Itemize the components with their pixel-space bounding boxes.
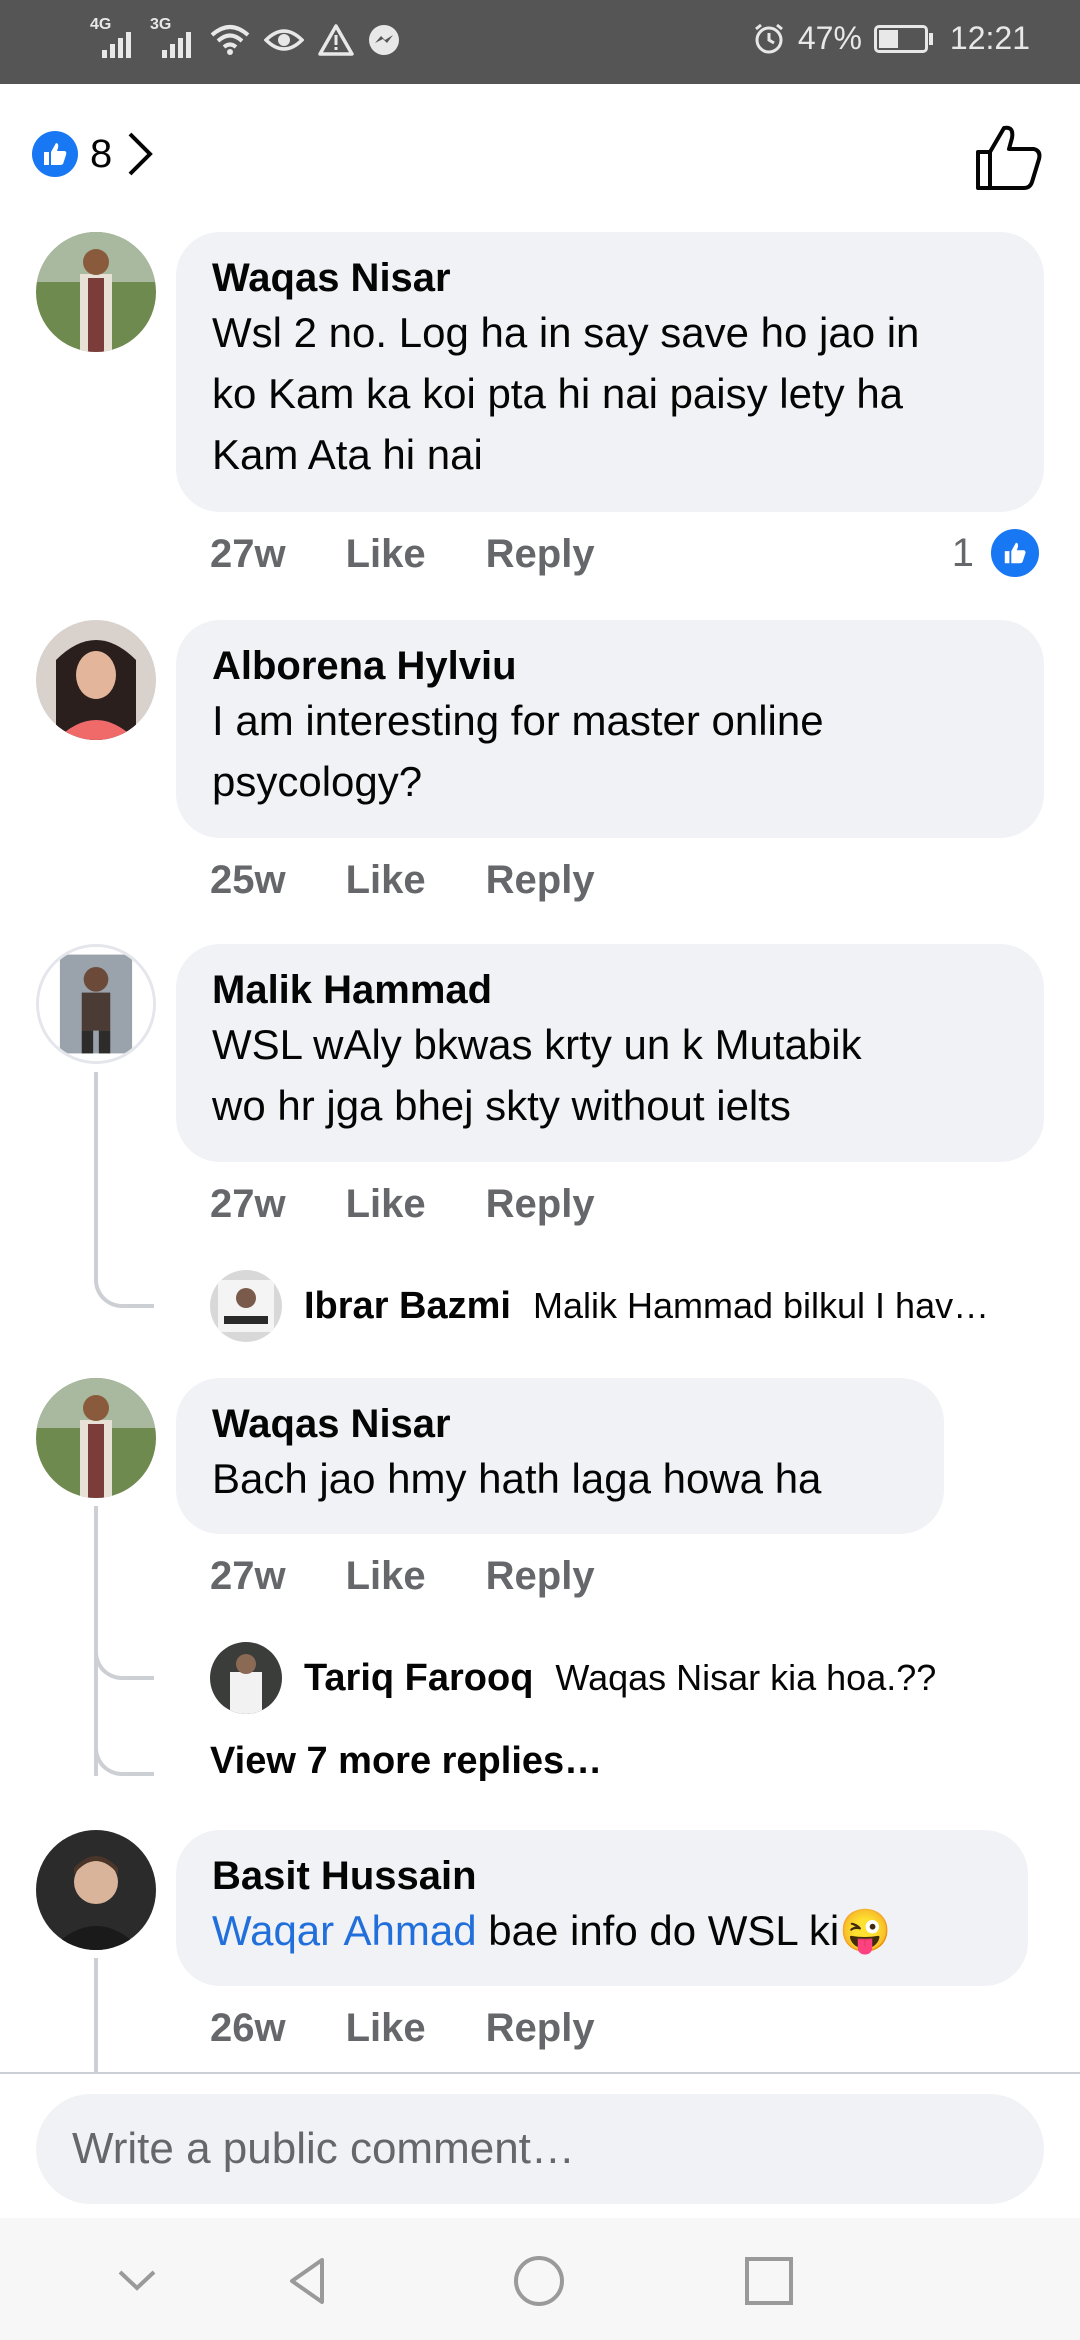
chevron-down-icon[interactable] xyxy=(110,2254,164,2308)
comment-author[interactable]: Basit Hussain xyxy=(212,1852,992,1900)
like-reaction-icon xyxy=(32,131,78,177)
comment-bubble[interactable]: Malik Hammad WSL wAly bkwas krty un k Mu… xyxy=(176,944,1044,1162)
avatar[interactable] xyxy=(210,1642,282,1714)
comment-text: Waqar Ahmad bae info do WSL ki😜 xyxy=(212,1900,992,1961)
comment-timestamp: 26w xyxy=(210,2006,286,2050)
comment-input[interactable]: Write a public comment… xyxy=(36,2094,1044,2204)
reply-preview[interactable]: Ibrar Bazmi Malik Hammad bilkul I hav… xyxy=(210,1270,989,1342)
comment-text-line: Kam Ata hi nai xyxy=(212,431,483,478)
like-link[interactable]: Like xyxy=(346,1554,426,1599)
winking-face-emoji: 😜 xyxy=(839,1907,892,1954)
thread-line xyxy=(94,1958,98,2072)
comment-bubble[interactable]: Alborena Hylviu I am interesting for mas… xyxy=(176,620,1044,838)
reply-link[interactable]: Reply xyxy=(486,2006,595,2051)
messenger-icon xyxy=(369,25,399,55)
wifi-icon xyxy=(210,25,250,55)
reply-link[interactable]: Reply xyxy=(486,532,595,577)
cellular-signal-icon: 4G xyxy=(90,16,136,60)
comment-text-line: Bach jao hmy hath laga howa ha xyxy=(212,1455,822,1502)
comment-timestamp: 27w xyxy=(210,532,286,576)
mention-link[interactable]: Waqar Ahmad xyxy=(212,1907,477,1954)
comment-text-line: I am interesting for master online xyxy=(212,697,824,744)
chevron-right-icon xyxy=(128,132,154,176)
comment-bubble[interactable]: Waqas Nisar Bach jao hmy hath laga howa … xyxy=(176,1378,944,1534)
comment-reaction-count[interactable]: 1 xyxy=(952,526,1042,580)
comment-text-line: Wsl 2 no. Log ha in say save ho jao in xyxy=(212,309,920,356)
reply-link[interactable]: Reply xyxy=(486,858,595,903)
avatar[interactable] xyxy=(36,232,156,352)
reply-link[interactable]: Reply xyxy=(486,1182,595,1227)
comment-reaction-number: 1 xyxy=(951,530,974,575)
comment-text-line: bae info do WSL ki xyxy=(476,1907,840,1954)
comment-actions: 26w Like Reply xyxy=(210,2006,595,2051)
thread-line xyxy=(94,1506,98,1776)
reply-author[interactable]: Ibrar Bazmi xyxy=(304,1285,511,1328)
comment-text-line: wo hr jga bhej skty without ielts xyxy=(212,1082,791,1129)
reply-connector xyxy=(94,1644,154,1680)
comment-author[interactable]: Malik Hammad xyxy=(212,966,1008,1014)
comment-actions: 25w Like Reply xyxy=(210,858,595,903)
reply-link[interactable]: Reply xyxy=(486,1554,595,1599)
reply-author[interactable]: Tariq Farooq xyxy=(304,1657,533,1700)
comment-text-line: ko Kam ka koi pta hi nai paisy lety ha xyxy=(212,370,904,417)
warning-icon xyxy=(318,24,354,56)
comment-text: Bach jao hmy hath laga howa ha xyxy=(212,1448,908,1509)
comment-timestamp: 27w xyxy=(210,1554,286,1598)
avatar[interactable] xyxy=(36,1830,156,1950)
comment-input-placeholder: Write a public comment… xyxy=(72,2124,575,2173)
system-navigation-bar xyxy=(0,2218,1080,2340)
like-reaction-icon xyxy=(988,526,1042,580)
comment-actions: 27w Like Reply xyxy=(210,1554,595,1599)
like-link[interactable]: Like xyxy=(346,2006,426,2051)
reply-text: Malik Hammad bilkul I hav… xyxy=(532,1285,990,1326)
battery-percent: 47% xyxy=(797,20,862,56)
comment-text: Wsl 2 no. Log ha in say save ho jao in k… xyxy=(212,302,1008,485)
avatar[interactable] xyxy=(36,944,156,1064)
comment-actions: 27w Like Reply xyxy=(210,532,595,577)
like-button-icon[interactable] xyxy=(972,122,1044,194)
alarm-icon xyxy=(754,23,783,53)
avatar[interactable] xyxy=(36,620,156,740)
comment-author[interactable]: Waqas Nisar xyxy=(212,254,1008,302)
comment-text: WSL wAly bkwas krty un k Mutabik wo hr j… xyxy=(212,1014,1008,1136)
clock: 12:21 xyxy=(949,20,1030,56)
comment-actions: 27w Like Reply xyxy=(210,1182,595,1227)
thread-line xyxy=(94,1072,98,1272)
like-link[interactable]: Like xyxy=(346,858,426,903)
status-right: 47% 12:21 xyxy=(752,20,1030,57)
comment-text-line: WSL wAly bkwas krty un k Mutabik xyxy=(212,1021,862,1068)
comment-bubble[interactable]: Waqas Nisar Wsl 2 no. Log ha in say save… xyxy=(176,232,1044,512)
comment-bubble[interactable]: Basit Hussain Waqar Ahmad bae info do WS… xyxy=(176,1830,1028,1986)
like-link[interactable]: Like xyxy=(346,532,426,577)
battery-icon xyxy=(873,24,933,53)
comment-author[interactable]: Alborena Hylviu xyxy=(212,642,1008,690)
reply-connector xyxy=(94,1740,154,1776)
view-more-replies-link[interactable]: View 7 more replies… xyxy=(210,1740,602,1783)
like-link[interactable]: Like xyxy=(346,1182,426,1227)
home-icon[interactable] xyxy=(512,2254,566,2308)
reaction-summary[interactable]: 8 xyxy=(32,130,154,178)
recents-icon[interactable] xyxy=(742,2254,796,2308)
comment-timestamp: 25w xyxy=(210,858,286,902)
reaction-count: 8 xyxy=(90,131,113,176)
status-left: 4G 3G xyxy=(90,16,400,60)
reply-text: Waqas Nisar kia hoa.?? xyxy=(555,1657,937,1698)
reply-connector xyxy=(94,1272,154,1308)
comment-timestamp: 27w xyxy=(210,1182,286,1226)
cellular-signal-icon-2: 3G xyxy=(150,16,196,60)
status-bar: 4G 3G 47% 12:21 xyxy=(0,0,1080,84)
reactions-header: 8 xyxy=(0,84,1080,224)
comment-author[interactable]: Waqas Nisar xyxy=(212,1400,908,1448)
avatar[interactable] xyxy=(36,1378,156,1498)
comment-composer-bar: Write a public comment… xyxy=(0,2072,1080,2220)
reply-preview[interactable]: Tariq Farooq Waqas Nisar kia hoa.?? xyxy=(210,1642,936,1714)
avatar[interactable] xyxy=(210,1270,282,1342)
comment-text-line: psycology? xyxy=(212,758,423,805)
back-icon[interactable] xyxy=(282,2254,336,2308)
comment-text: I am interesting for master online psyco… xyxy=(212,690,1008,812)
eye-icon xyxy=(264,29,304,51)
